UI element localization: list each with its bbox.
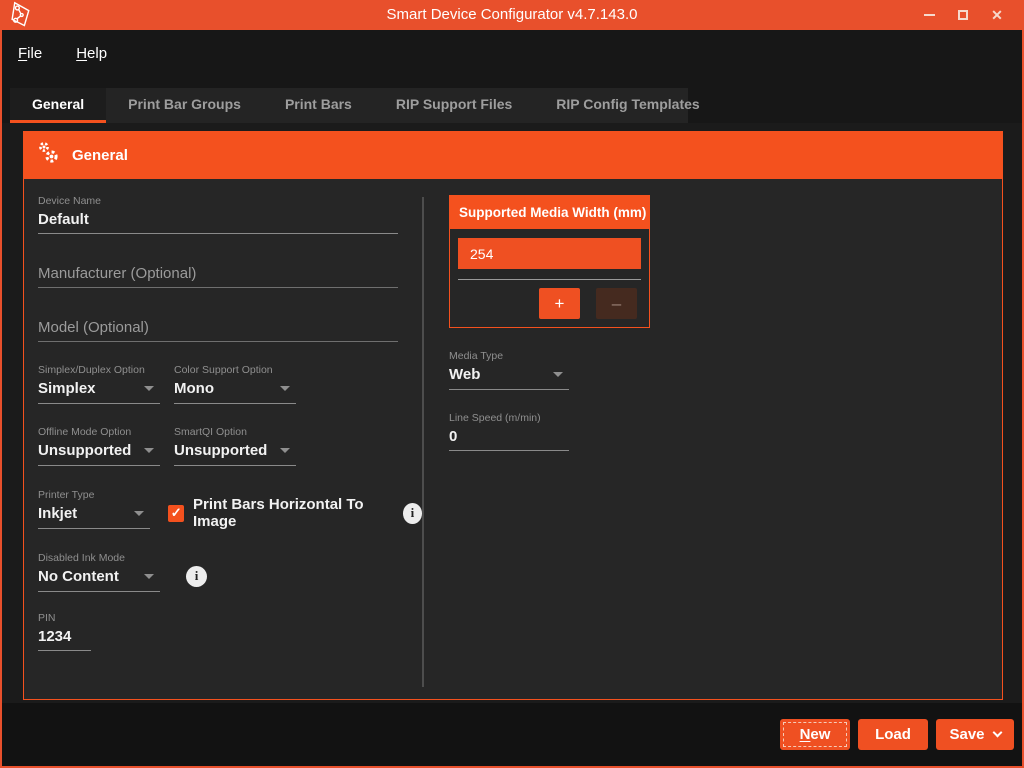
model-group [38,318,422,342]
pin-group: PIN [38,612,422,651]
disabled-ink-mode-label: Disabled Ink Mode [38,552,160,564]
supported-media-width-list: 254 + – [450,229,649,327]
chevron-down-icon [553,372,563,377]
tab-rip-support-files[interactable]: RIP Support Files [374,88,534,123]
app-window: Smart Device Configurator v4.7.143.0 ✕ F… [0,0,1024,768]
line-speed-input[interactable] [449,427,569,451]
chevron-down-icon [144,448,154,453]
add-media-width-button[interactable]: + [539,288,580,319]
color-support-label: Color Support Option [174,364,296,376]
chevron-down-icon [992,728,1002,738]
model-input[interactable] [38,318,398,342]
media-type-value: Web [449,366,480,383]
manufacturer-group [38,264,422,288]
printer-type-row: Printer Type Inkjet ✓ Print Bars Horizon… [38,488,422,530]
footer-bar: New Load Save [2,703,1022,766]
minimize-icon [924,14,935,16]
info-icon[interactable]: i [186,566,207,587]
print-bars-horizontal-checkbox[interactable]: ✓ [168,505,184,522]
panel-header: General [24,132,1002,179]
printer-type-label: Printer Type [38,489,150,501]
simplex-duplex-value: Simplex [38,380,96,397]
tab-general[interactable]: General [10,88,106,123]
media-width-actions: + – [458,288,641,319]
remove-media-width-button[interactable]: – [596,288,637,319]
chevron-down-icon [280,448,290,453]
media-type-select[interactable]: Media Type Web [449,350,569,390]
save-button[interactable]: Save [936,719,1014,750]
chevron-down-icon [134,511,144,516]
simplex-duplex-select[interactable]: Simplex/Duplex Option Simplex [38,364,160,404]
color-support-value: Mono [174,380,214,397]
tab-row: General Print Bar Groups Print Bars RIP … [2,76,1022,123]
workspace: General Device Name [2,123,1022,703]
duplex-color-row: Simplex/Duplex Option Simplex Color Supp… [38,364,422,404]
menu-bar: File Help [2,30,1022,76]
pin-input[interactable] [38,627,91,651]
offline-mode-select[interactable]: Offline Mode Option Unsupported [38,426,160,466]
device-name-group: Device Name [38,195,422,234]
info-icon[interactable]: i [403,503,422,524]
title-bar: Smart Device Configurator v4.7.143.0 ✕ [2,0,1022,30]
chevron-down-icon [280,386,290,391]
supported-media-width-title: Supported Media Width (mm) [450,196,649,229]
media-width-item[interactable]: 254 [458,238,641,269]
minimize-button[interactable] [912,0,946,30]
media-type-label: Media Type [449,350,569,362]
disabled-ink-mode-value: No Content [38,568,119,585]
simplex-duplex-label: Simplex/Duplex Option [38,364,160,376]
offline-mode-label: Offline Mode Option [38,426,160,438]
pin-label: PIN [38,612,422,624]
menu-help[interactable]: Help [76,45,107,62]
panel-body: Device Name Simplex/Duplex Option Simple… [24,179,1002,699]
offline-mode-value: Unsupported [38,442,131,459]
color-support-select[interactable]: Color Support Option Mono [174,364,296,404]
chevron-down-icon [144,574,154,579]
line-speed-label: Line Speed (m/min) [449,412,1002,424]
tab-print-bar-groups[interactable]: Print Bar Groups [106,88,263,123]
load-button[interactable]: Load [858,719,928,750]
right-column: Supported Media Width (mm) 254 + – Media… [424,195,1002,699]
disabled-ink-mode-select[interactable]: Disabled Ink Mode No Content [38,552,160,592]
printer-type-select[interactable]: Printer Type Inkjet [38,489,150,529]
smartqi-select[interactable]: SmartQI Option Unsupported [174,426,296,466]
general-panel: General Device Name [23,131,1003,700]
chevron-down-icon [144,386,154,391]
tab-rip-config-templates[interactable]: RIP Config Templates [534,88,721,123]
disabled-ink-row: Disabled Ink Mode No Content i [38,552,422,592]
maximize-icon [958,10,968,20]
print-bars-horizontal-group: ✓ Print Bars Horizontal To Image i [168,496,422,530]
offline-smartqi-row: Offline Mode Option Unsupported SmartQI … [38,426,422,466]
gears-icon [36,140,62,171]
window-controls: ✕ [912,0,1014,30]
list-divider [458,279,641,280]
menu-file[interactable]: File [18,45,42,62]
window-title: Smart Device Configurator v4.7.143.0 [2,0,1022,30]
line-speed-group: Line Speed (m/min) [449,412,1002,451]
left-column: Device Name Simplex/Duplex Option Simple… [38,195,422,699]
smartqi-label: SmartQI Option [174,426,296,438]
printer-type-value: Inkjet [38,505,77,522]
device-name-input[interactable] [38,210,398,234]
print-bars-horizontal-label: Print Bars Horizontal To Image [193,496,393,530]
tab-print-bars[interactable]: Print Bars [263,88,374,123]
smartqi-value: Unsupported [174,442,267,459]
maximize-button[interactable] [946,0,980,30]
tab-strip: General Print Bar Groups Print Bars RIP … [10,88,688,123]
manufacturer-input[interactable] [38,264,398,288]
close-button[interactable]: ✕ [980,0,1014,30]
supported-media-width-panel: Supported Media Width (mm) 254 + – [449,195,650,328]
panel-title: General [72,147,128,164]
new-button[interactable]: New [780,719,850,750]
device-name-label: Device Name [38,195,422,207]
